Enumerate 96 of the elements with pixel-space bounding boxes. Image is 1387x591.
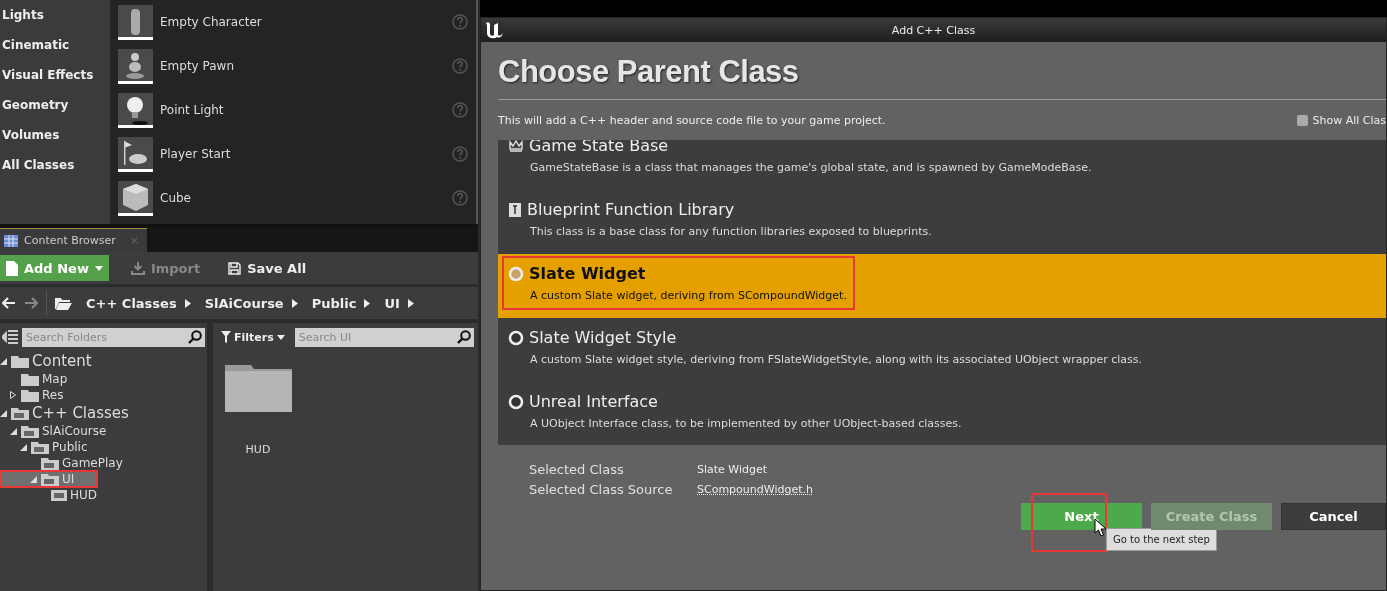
collapsed-arrow-icon[interactable] — [10, 391, 16, 399]
folder-icon — [21, 388, 39, 402]
class-name: Unreal Interface — [529, 392, 658, 411]
radio-icon[interactable] — [508, 393, 524, 410]
actor-label[interactable]: Empty Pawn — [160, 59, 452, 73]
breadcrumb-item[interactable]: Public — [311, 295, 357, 311]
thumbnail-icon — [118, 180, 153, 216]
show-all-checkbox[interactable]: Show All Clas — [1297, 113, 1386, 127]
chevron-icon[interactable] — [184, 298, 191, 308]
actor-label[interactable]: Empty Character — [160, 15, 452, 29]
code-file-icon — [51, 489, 67, 501]
funnel-icon — [221, 331, 231, 343]
logo-icon — [483, 20, 505, 40]
radio-icon[interactable] — [508, 329, 524, 346]
folder-icon — [55, 296, 72, 310]
save-icon — [228, 261, 242, 275]
dialog-heading: Choose Parent Class — [498, 54, 800, 90]
category-item[interactable]: Volumes — [0, 120, 110, 150]
content-browser-tab[interactable]: Content Browser × — [0, 228, 147, 252]
download-icon — [130, 261, 145, 275]
class-description: A UObject Interface class, to be implemented by other UObject-based classes. — [530, 417, 962, 430]
search-icon[interactable] — [188, 329, 202, 344]
document-icon — [6, 260, 18, 276]
folder-icon — [11, 354, 29, 368]
chevron-icon[interactable] — [407, 298, 414, 308]
class-description: A custom Slate widget style, deriving from FSlateWidgetStyle, along with its associated UObject wrapper class. — [530, 353, 1143, 366]
thumbnail-icon — [118, 48, 153, 84]
code-folder-icon — [11, 406, 29, 420]
tooltip: Go to the next step — [1106, 528, 1217, 551]
thumbnail-icon — [118, 136, 153, 172]
asset-search-field[interactable]: Search UI — [294, 327, 474, 347]
tree-item[interactable]: GamePlay — [0, 455, 207, 471]
source-file-link[interactable]: SCompoundWidget.h — [697, 482, 813, 496]
chevron-icon[interactable] — [291, 298, 298, 308]
code-folder-icon — [31, 440, 49, 454]
tree-item[interactable]: Public — [0, 439, 207, 455]
summary-label: Selected Class Source — [529, 481, 674, 497]
caret-icon — [94, 265, 103, 271]
class-option[interactable]: Unreal Interface A UObject Interface class, to be implemented by other UObject-based classes. — [498, 382, 1386, 445]
forward-arrow-icon[interactable] — [24, 297, 38, 309]
dialog-subtitle: This will add a C++ header and source code file to your game project. — [498, 113, 887, 127]
grid-icon — [4, 234, 18, 247]
back-arrow-icon[interactable] — [2, 297, 16, 309]
tab-title: Content Browser — [24, 234, 116, 247]
code-folder-icon — [41, 456, 59, 470]
folder-icon — [21, 372, 39, 386]
summary-value: Slate Widget — [697, 462, 768, 476]
class-description: This class is a base class for any function libraries exposed to blueprints. — [530, 225, 932, 238]
tree-toggle-icon[interactable] — [2, 330, 18, 344]
class-name: Blueprint Function Library — [527, 200, 735, 219]
radio-icon[interactable] — [508, 265, 524, 282]
filters-button[interactable]: Filters — [215, 330, 291, 344]
actor-label[interactable]: Point Light — [160, 103, 452, 117]
tree-item[interactable]: Map — [0, 371, 207, 387]
class-description: GameStateBase is a class that manages the game's global state, and is spawned by GameModeBase. — [530, 161, 1092, 174]
summary-label: Selected Class — [529, 461, 625, 477]
class-name: Slate Widget Style — [529, 328, 677, 347]
breadcrumb-item[interactable]: C++ Classes — [86, 295, 177, 311]
code-folder-icon — [21, 424, 39, 438]
thumbnail-icon — [118, 92, 153, 128]
expanded-arrow-icon[interactable] — [0, 409, 7, 417]
tree-item[interactable]: SlAiCourse — [0, 423, 207, 439]
category-item[interactable]: Visual Effects — [0, 60, 110, 90]
class-option[interactable]: Slate Widget Style A custom Slate widget style, deriving from FSlateWidgetStyle, along with its associated UObject wrapper class. — [498, 318, 1386, 382]
class-name: Slate Widget — [529, 264, 646, 283]
dialog-button[interactable]: Cancel — [1281, 503, 1386, 530]
breadcrumb-item[interactable]: UI — [384, 295, 400, 311]
code-folder-icon — [41, 472, 59, 486]
tree-item[interactable]: HUD — [0, 487, 207, 503]
category-item[interactable]: Lights — [0, 0, 110, 30]
chevron-icon[interactable] — [364, 298, 371, 308]
class-description: A custom Slate widget, deriving from SCompoundWidget. — [530, 289, 847, 302]
search-icon[interactable] — [457, 329, 471, 344]
folder-icon[interactable] — [223, 363, 293, 413]
thumbnail-icon — [118, 4, 153, 40]
folder-search-field[interactable]: Search Folders — [22, 327, 205, 347]
tree-item[interactable]: Content — [0, 351, 207, 371]
tree-item[interactable]: Res — [0, 387, 207, 403]
tree-item[interactable]: C++ Classes — [0, 403, 207, 423]
caret-icon — [276, 334, 285, 340]
breadcrumb-item[interactable]: SlAiCourse — [204, 295, 284, 311]
category-item[interactable]: All Classes — [0, 150, 110, 180]
class-option[interactable]: Slate Widget A custom Slate widget, deriving from SCompoundWidget. — [498, 254, 1386, 318]
window-title: Add C++ Class — [890, 23, 977, 37]
expanded-arrow-icon[interactable] — [0, 357, 7, 365]
expanded-arrow-icon[interactable] — [30, 475, 37, 483]
book-icon — [508, 201, 522, 218]
category-item[interactable]: Cinematic — [0, 30, 110, 60]
class-option[interactable]: Blueprint Function Library This class is a base class for any function libraries exposed to blueprints. — [498, 190, 1386, 254]
actor-label[interactable]: Player Start — [160, 147, 452, 161]
tree-item[interactable]: UI — [0, 471, 97, 487]
actor-label[interactable]: Cube — [160, 191, 452, 205]
asset-label[interactable]: HUD — [245, 443, 271, 456]
category-item[interactable]: Geometry — [0, 90, 110, 120]
save-all-button[interactable]: Save All — [222, 259, 313, 277]
crown-icon — [508, 140, 524, 154]
